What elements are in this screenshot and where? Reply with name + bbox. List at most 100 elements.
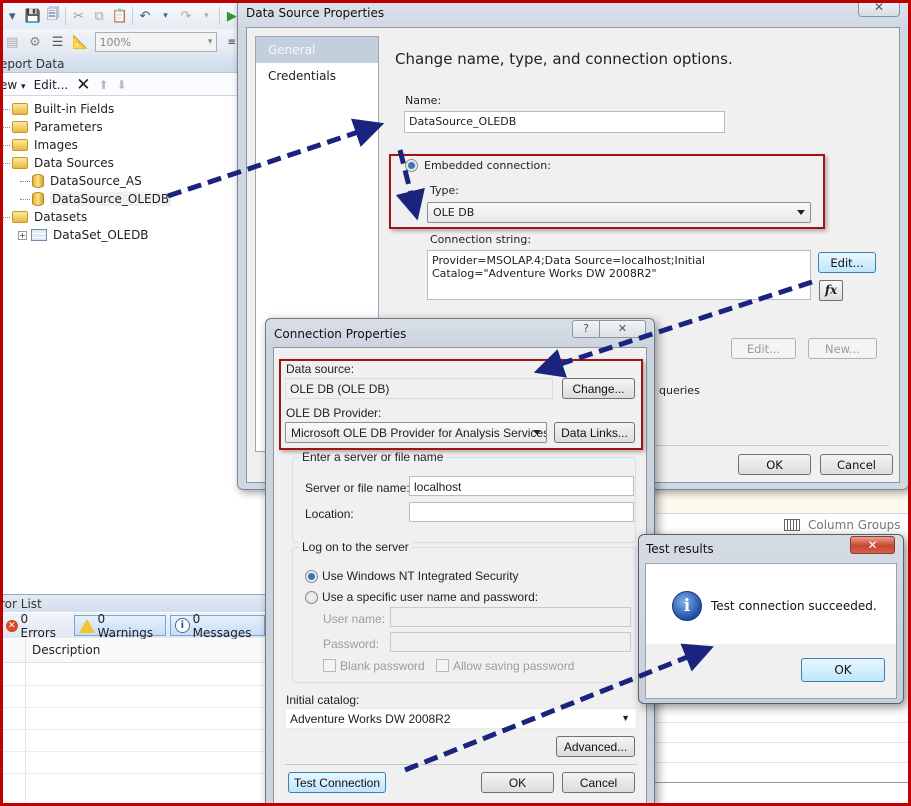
tree-item-built-in-fields[interactable]: Built-in Fields — [0, 100, 240, 118]
chevron-down-icon: ▼ — [621, 713, 630, 723]
toolbar-separator — [218, 7, 220, 25]
close-icon[interactable]: ✕ — [600, 320, 646, 338]
blank-password-checkbox[interactable] — [323, 659, 336, 672]
report-data-toolbar: ew ▾ Edit... ✕ ⬆ ⬇ — [0, 74, 240, 96]
server-input[interactable]: localhost — [409, 476, 634, 496]
server-label: Server or file name: — [305, 481, 410, 495]
expression-fx-button[interactable]: fx — [819, 280, 843, 301]
save-all-icon[interactable]: 🗐 — [45, 7, 61, 25]
move-up-icon[interactable]: ⬆ — [99, 78, 109, 92]
copy-icon[interactable]: ⧉ — [91, 7, 107, 25]
password-input[interactable] — [390, 632, 631, 652]
tree-item-data-sources[interactable]: Data Sources — [0, 154, 240, 172]
chevron-down-icon[interactable]: ▾ — [198, 7, 214, 25]
report-data-panel-title: eport Data — [0, 55, 240, 73]
messages-filter-button[interactable]: i 0 Messages — [170, 612, 265, 640]
column-header-description[interactable]: Description — [32, 643, 100, 657]
location-input[interactable] — [409, 502, 634, 522]
connection-string-input[interactable]: Provider=MSOLAP.4;Data Source=localhost;… — [427, 250, 811, 300]
tree-item-dataset-oledb[interactable]: + DataSet_OLEDB — [0, 226, 240, 244]
dialog-title: Connection Properties — [274, 327, 407, 341]
warnings-count: 0 Warnings — [97, 611, 154, 640]
grid-line — [655, 762, 911, 763]
edit-connection-button[interactable]: Edit... — [818, 252, 876, 273]
tree-item-label: DataSet_OLEDB — [53, 228, 149, 242]
server-group: Enter a server or file name Server or fi… — [292, 450, 636, 543]
grid-line — [655, 722, 911, 723]
move-down-icon[interactable]: ⬇ — [117, 78, 127, 92]
properties-icon[interactable]: ⚙ — [27, 33, 44, 51]
messages-count: 0 Messages — [192, 611, 252, 640]
dropdown-arrow-icon[interactable]: ▾ — [4, 7, 20, 25]
error-list-header: Description — [0, 639, 265, 806]
chevron-down-icon: ▾ — [21, 81, 26, 92]
column-groups-icon — [784, 519, 800, 531]
errors-filter-button[interactable]: ✕ 0 Errors — [2, 612, 70, 640]
standard-toolbar: ▾ 💾 🗐 ✂ ⧉ 📋 ↶ ▾ ↷ ▾ ▶ — [0, 3, 240, 29]
cp-ok-button[interactable]: OK — [481, 772, 554, 793]
nav-item-credentials[interactable]: Credentials — [256, 63, 378, 89]
redo-icon[interactable]: ↷ — [178, 7, 194, 25]
grid-line — [0, 729, 265, 730]
tree-item-parameters[interactable]: Parameters — [0, 118, 240, 136]
name-input[interactable]: DataSource_OLEDB — [404, 111, 725, 133]
sql-auth-radio[interactable] — [305, 591, 318, 604]
tree-item-images[interactable]: Images — [0, 136, 240, 154]
shared-edit-button[interactable]: Edit... — [731, 338, 796, 359]
datasource-shared-icon — [32, 174, 44, 188]
allow-saving-checkbox[interactable] — [436, 659, 449, 672]
cut-icon[interactable]: ✂ — [70, 7, 86, 25]
nav-item-general[interactable]: General — [256, 37, 378, 63]
tree-item-datasource-oledb[interactable]: DataSource_OLEDB — [0, 190, 240, 208]
close-icon[interactable]: ✕ — [850, 536, 895, 554]
dialog-body: i Test connection succeeded. OK — [645, 563, 897, 699]
help-icon[interactable]: ? — [572, 320, 600, 338]
connection-properties-dialog: Connection Properties ? ✕ Data source: O… — [265, 318, 655, 806]
windows-auth-radio[interactable] — [305, 570, 318, 583]
paste-icon[interactable]: 📋 — [111, 7, 127, 25]
page-heading: Change name, type, and connection option… — [395, 50, 733, 68]
warnings-filter-button[interactable]: 0 Warnings — [73, 612, 167, 640]
toolbar-separator — [65, 7, 67, 25]
folder-icon — [12, 103, 28, 115]
dsp-cancel-button[interactable]: Cancel — [820, 454, 893, 475]
error-list-toolbar: ✕ 0 Errors 0 Warnings i 0 Messages — [0, 612, 265, 640]
list-icon[interactable]: ☰ — [49, 33, 66, 51]
initial-catalog-select[interactable]: Adventure Works DW 2008R2 ▼ — [285, 708, 637, 729]
expand-icon[interactable]: + — [18, 230, 27, 240]
ide-left-pane: ▾ 💾 🗐 ✂ ⧉ 📋 ↶ ▾ ↷ ▾ ▶ ▤ ⚙ ☰ 📐 100% ▾ ≡ e… — [0, 0, 265, 806]
delete-icon[interactable]: ✕ — [76, 75, 90, 95]
info-icon: i — [672, 591, 702, 621]
test-connection-button[interactable]: Test Connection — [288, 772, 386, 793]
undo-icon[interactable]: ↶ — [137, 7, 153, 25]
cp-cancel-button[interactable]: Cancel — [562, 772, 635, 793]
chevron-down-icon[interactable]: ▾ — [157, 7, 173, 25]
new-button[interactable]: ew ▾ — [0, 78, 26, 92]
tree-connector — [0, 162, 10, 164]
close-icon[interactable]: ✕ — [858, 0, 900, 17]
tree-item-label: Datasets — [34, 210, 88, 224]
result-message: Test connection succeeded. — [711, 599, 877, 613]
save-icon[interactable]: 💾 — [24, 7, 41, 25]
password-label: Password: — [323, 637, 380, 651]
tree-item-datasets[interactable]: Datasets — [0, 208, 240, 226]
highlight-embedded-connection — [389, 154, 825, 229]
blank-password-label: Blank password — [340, 659, 425, 673]
sql-auth-label: Use a specific user name and password: — [322, 590, 539, 604]
shared-new-button[interactable]: New... — [808, 338, 877, 359]
zoom-combo[interactable]: 100% ▾ — [94, 32, 218, 52]
username-input[interactable] — [390, 607, 631, 627]
edit-button[interactable]: Edit... — [34, 78, 69, 92]
page-icon[interactable]: ▤ — [4, 33, 21, 51]
error-list-title: ror List — [0, 594, 265, 612]
test-results-dialog: Test results ✕ i Test connection succeed… — [638, 534, 904, 704]
ruler-icon[interactable]: 📐 — [72, 33, 89, 51]
tree-item-datasource-as[interactable]: DataSource_AS — [0, 172, 240, 190]
windows-auth-label: Use Windows NT Integrated Security — [322, 569, 519, 583]
design-surface-strip — [655, 488, 911, 514]
single-transaction-label: queries — [659, 384, 700, 397]
advanced-button[interactable]: Advanced... — [556, 736, 635, 757]
test-ok-button[interactable]: OK — [801, 658, 885, 682]
datasource-icon — [32, 192, 44, 206]
dsp-ok-button[interactable]: OK — [738, 454, 811, 475]
